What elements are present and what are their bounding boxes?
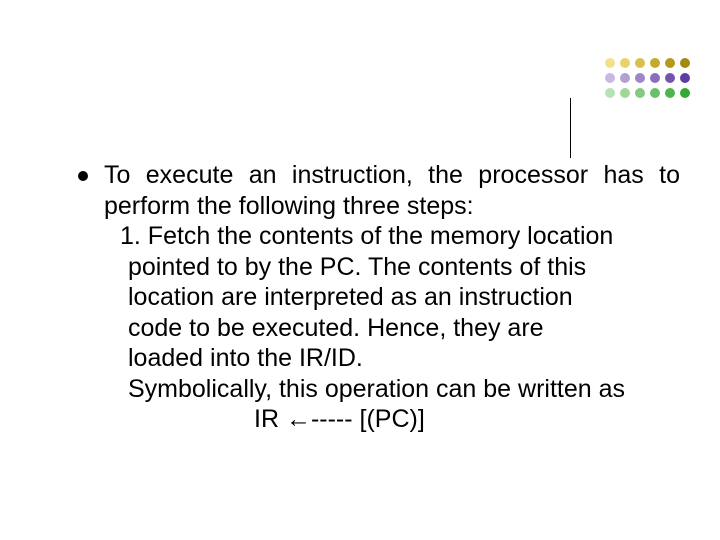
- dot-icon: [605, 58, 615, 68]
- dot-grid: [600, 58, 690, 103]
- dot-icon: [635, 58, 645, 68]
- step-line: 1. Fetch the contents of the memory loca…: [120, 221, 680, 252]
- dot-icon: [650, 88, 660, 98]
- bullet-icon: [78, 171, 88, 181]
- dot-row: [600, 88, 690, 98]
- symbolic-line: Symbolically, this operation can be writ…: [128, 374, 680, 405]
- dot-icon: [635, 88, 645, 98]
- dot-icon: [680, 73, 690, 83]
- dot-icon: [680, 88, 690, 98]
- dot-icon: [605, 88, 615, 98]
- dot-icon: [665, 58, 675, 68]
- formula-line: IR ←----- [(PC)]: [254, 404, 680, 435]
- dot-icon: [650, 58, 660, 68]
- dot-icon: [650, 73, 660, 83]
- dot-icon: [665, 88, 675, 98]
- dot-icon: [605, 73, 615, 83]
- dot-icon: [620, 88, 630, 98]
- step-line: pointed to by the PC. The contents of th…: [128, 252, 680, 283]
- dot-row: [600, 73, 690, 83]
- step-line: loaded into the IR/ID.: [128, 343, 680, 374]
- intro-text: To execute an instruction, the processor…: [104, 160, 680, 221]
- slide-body: To execute an instruction, the processor…: [78, 160, 680, 435]
- dot-icon: [620, 58, 630, 68]
- corner-decoration: [570, 58, 690, 148]
- bullet-item: To execute an instruction, the processor…: [78, 160, 680, 221]
- dot-icon: [665, 73, 675, 83]
- step-line: code to be executed. Hence, they are: [128, 313, 680, 344]
- dot-row: [600, 58, 690, 68]
- dot-icon: [620, 73, 630, 83]
- dot-icon: [635, 73, 645, 83]
- step-line: location are interpreted as an instructi…: [128, 282, 680, 313]
- dot-icon: [680, 58, 690, 68]
- vertical-divider: [570, 98, 571, 158]
